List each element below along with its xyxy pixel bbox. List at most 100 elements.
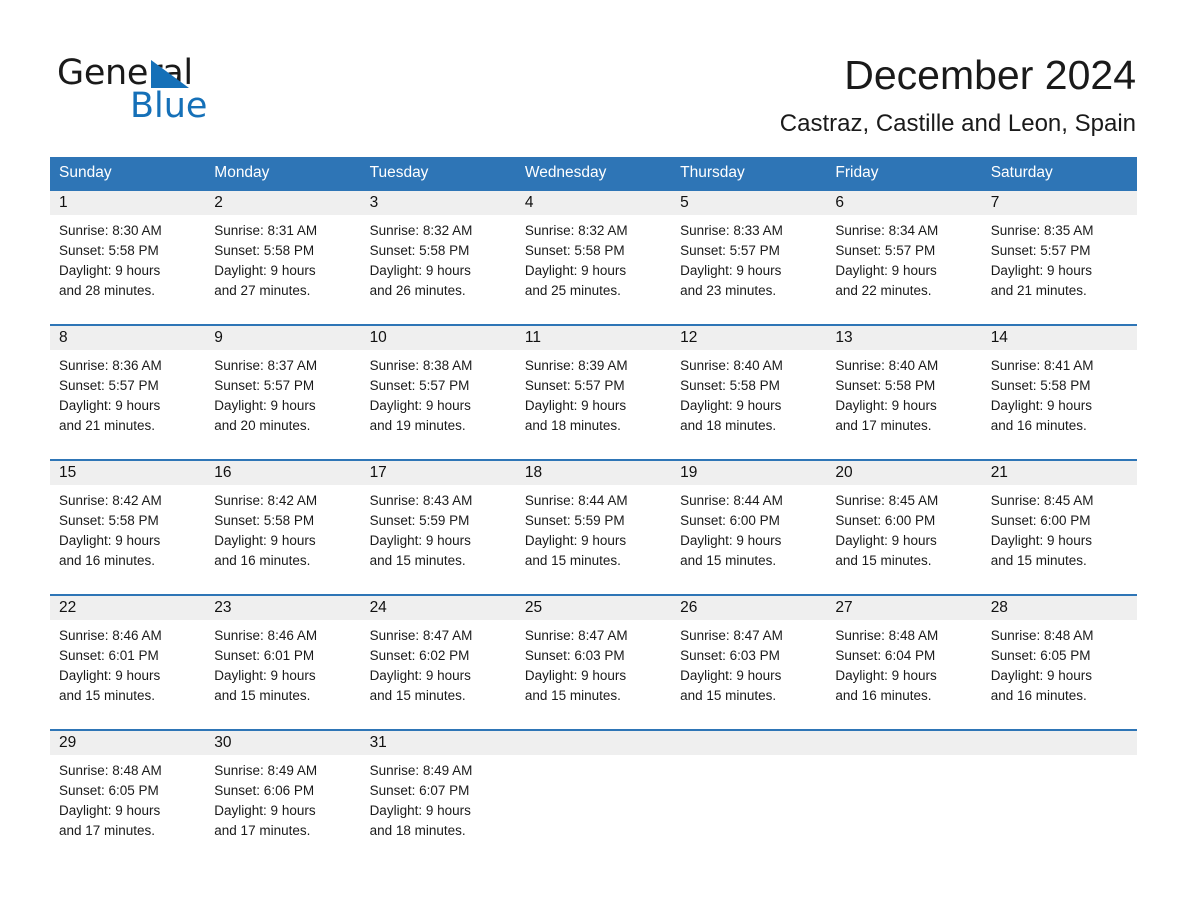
day-number-band: 23: [205, 596, 361, 620]
daylight-text-line2: and 15 minutes.: [680, 553, 777, 568]
day-cell[interactable]: 10 Sunrise: 8:38 AM Sunset: 5:57 PM Dayl…: [360, 326, 516, 459]
daylight-text-line1: Daylight: 9 hours: [369, 263, 471, 278]
day-details: Sunrise: 8:46 AM Sunset: 6:01 PM Dayligh…: [205, 620, 360, 706]
daylight-text-line2: and 15 minutes.: [214, 688, 311, 703]
day-cell[interactable]: 28 Sunrise: 8:48 AM Sunset: 6:05 PM Dayl…: [981, 596, 1137, 729]
day-number-band: [671, 731, 827, 755]
day-cell[interactable]: 21 Sunrise: 8:45 AM Sunset: 6:00 PM Dayl…: [981, 461, 1137, 594]
sunrise-text: Sunrise: 8:33 AM: [680, 223, 783, 238]
day-cell[interactable]: 30 Sunrise: 8:49 AM Sunset: 6:06 PM Dayl…: [205, 731, 361, 864]
day-cell[interactable]: 24 Sunrise: 8:47 AM Sunset: 6:02 PM Dayl…: [360, 596, 516, 729]
day-number: 9: [214, 329, 223, 346]
day-cell-empty: [981, 731, 1137, 864]
day-number: 16: [214, 464, 232, 481]
day-cell[interactable]: 23 Sunrise: 8:46 AM Sunset: 6:01 PM Dayl…: [205, 596, 361, 729]
day-cell[interactable]: 25 Sunrise: 8:47 AM Sunset: 6:03 PM Dayl…: [515, 596, 672, 729]
day-number-band: 30: [205, 731, 361, 755]
day-cell[interactable]: 8 Sunrise: 8:36 AM Sunset: 5:57 PM Dayli…: [50, 326, 206, 459]
day-cell[interactable]: 20 Sunrise: 8:45 AM Sunset: 6:00 PM Dayl…: [826, 461, 982, 594]
day-cell[interactable]: 12 Sunrise: 8:40 AM Sunset: 5:58 PM Dayl…: [671, 326, 827, 459]
day-cell[interactable]: 19 Sunrise: 8:44 AM Sunset: 6:00 PM Dayl…: [671, 461, 827, 594]
day-number: 23: [214, 599, 232, 616]
day-cell[interactable]: 13 Sunrise: 8:40 AM Sunset: 5:58 PM Dayl…: [826, 326, 982, 459]
daylight-text-line1: Daylight: 9 hours: [680, 668, 782, 683]
day-number-band: 1: [50, 191, 206, 215]
day-cell[interactable]: 3 Sunrise: 8:32 AM Sunset: 5:58 PM Dayli…: [360, 191, 516, 324]
day-cell[interactable]: 16 Sunrise: 8:42 AM Sunset: 5:58 PM Dayl…: [205, 461, 361, 594]
daylight-text-line1: Daylight: 9 hours: [59, 398, 161, 413]
day-cell[interactable]: 29 Sunrise: 8:48 AM Sunset: 6:05 PM Dayl…: [50, 731, 206, 864]
day-number: 5: [680, 194, 689, 211]
day-number: 17: [369, 464, 387, 481]
sunrise-text: Sunrise: 8:32 AM: [524, 223, 628, 238]
day-cell[interactable]: 11 Sunrise: 8:39 AM Sunset: 5:57 PM Dayl…: [515, 326, 672, 459]
day-cell[interactable]: 1 Sunrise: 8:30 AM Sunset: 5:58 PM Dayli…: [50, 191, 206, 324]
sunset-text: Sunset: 5:58 PM: [59, 513, 159, 528]
daylight-text-line1: Daylight: 9 hours: [835, 533, 937, 548]
day-number: 20: [835, 464, 853, 481]
day-number: 8: [59, 329, 68, 346]
daylight-text-line1: Daylight: 9 hours: [835, 668, 937, 683]
day-cell[interactable]: 26 Sunrise: 8:47 AM Sunset: 6:03 PM Dayl…: [671, 596, 827, 729]
daylight-text-line2: and 26 minutes.: [369, 283, 466, 298]
day-number-band: 6: [826, 191, 982, 215]
sunset-text: Sunset: 5:57 PM: [369, 378, 470, 393]
daylight-text-line1: Daylight: 9 hours: [680, 398, 782, 413]
daylight-text-line1: Daylight: 9 hours: [59, 533, 161, 548]
day-cell[interactable]: 14 Sunrise: 8:41 AM Sunset: 5:58 PM Dayl…: [981, 326, 1137, 459]
day-number: 21: [990, 464, 1008, 481]
sunrise-text: Sunrise: 8:38 AM: [369, 358, 473, 373]
day-number-band: 20: [826, 461, 982, 485]
day-cell[interactable]: 27 Sunrise: 8:48 AM Sunset: 6:04 PM Dayl…: [826, 596, 982, 729]
daylight-text-line1: Daylight: 9 hours: [835, 398, 937, 413]
day-number-band: 22: [50, 596, 206, 620]
daylight-text-line1: Daylight: 9 hours: [214, 398, 316, 413]
sunrise-text: Sunrise: 8:34 AM: [835, 223, 939, 238]
day-cell[interactable]: 7 Sunrise: 8:35 AM Sunset: 5:57 PM Dayli…: [981, 191, 1137, 324]
day-cell[interactable]: 4 Sunrise: 8:32 AM Sunset: 5:58 PM Dayli…: [515, 191, 672, 324]
sunset-text: Sunset: 6:07 PM: [369, 783, 470, 798]
day-details: Sunrise: 8:48 AM Sunset: 6:05 PM Dayligh…: [50, 755, 205, 841]
daylight-text-line1: Daylight: 9 hours: [59, 803, 161, 818]
day-number-band: 24: [360, 596, 516, 620]
day-cell[interactable]: 17 Sunrise: 8:43 AM Sunset: 5:59 PM Dayl…: [360, 461, 516, 594]
sunset-text: Sunset: 5:58 PM: [835, 378, 936, 393]
day-number: 31: [369, 734, 387, 751]
location-subtitle: Castraz, Castille and Leon, Spain: [779, 110, 1136, 137]
generalblue-logo[interactable]: General Blue: [57, 52, 317, 130]
day-cell[interactable]: 22 Sunrise: 8:46 AM Sunset: 6:01 PM Dayl…: [50, 596, 206, 729]
sunrise-text: Sunrise: 8:48 AM: [835, 628, 939, 643]
day-cell[interactable]: 6 Sunrise: 8:34 AM Sunset: 5:57 PM Dayli…: [826, 191, 982, 324]
day-number-band: 28: [981, 596, 1137, 620]
day-number-band: [981, 731, 1137, 755]
day-number-band: 27: [826, 596, 982, 620]
sunrise-text: Sunrise: 8:42 AM: [214, 493, 318, 508]
sunset-text: Sunset: 5:57 PM: [214, 378, 315, 393]
day-details: Sunrise: 8:48 AM Sunset: 6:05 PM Dayligh…: [982, 620, 1137, 706]
weekday-friday: Friday: [835, 164, 879, 181]
day-cell-empty: [515, 731, 672, 864]
daylight-text-line1: Daylight: 9 hours: [524, 533, 627, 548]
sunset-text: Sunset: 5:58 PM: [369, 243, 470, 258]
day-details: Sunrise: 8:38 AM Sunset: 5:57 PM Dayligh…: [361, 350, 516, 436]
day-cell[interactable]: 15 Sunrise: 8:42 AM Sunset: 5:58 PM Dayl…: [50, 461, 206, 594]
day-cell[interactable]: 18 Sunrise: 8:44 AM Sunset: 5:59 PM Dayl…: [515, 461, 672, 594]
day-cell[interactable]: 2 Sunrise: 8:31 AM Sunset: 5:58 PM Dayli…: [205, 191, 361, 324]
day-number-band: 5: [671, 191, 827, 215]
day-cell[interactable]: 31 Sunrise: 8:49 AM Sunset: 6:07 PM Dayl…: [360, 731, 516, 864]
sunset-text: Sunset: 6:00 PM: [990, 513, 1091, 528]
sunrise-text: Sunrise: 8:47 AM: [369, 628, 473, 643]
sunset-text: Sunset: 5:59 PM: [524, 513, 625, 528]
day-number: 11: [524, 329, 541, 346]
page-title: December 2024: [844, 52, 1136, 98]
sunrise-text: Sunrise: 8:47 AM: [524, 628, 628, 643]
daylight-text-line2: and 18 minutes.: [680, 418, 777, 433]
day-number: 24: [369, 599, 387, 616]
day-details: Sunrise: 8:46 AM Sunset: 6:01 PM Dayligh…: [50, 620, 205, 706]
weekday-saturday: Saturday: [990, 164, 1053, 181]
day-cell[interactable]: 9 Sunrise: 8:37 AM Sunset: 5:57 PM Dayli…: [205, 326, 361, 459]
sunrise-text: Sunrise: 8:43 AM: [369, 493, 473, 508]
day-number-band: 14: [981, 326, 1137, 350]
day-number-band: 25: [515, 596, 672, 620]
day-cell[interactable]: 5 Sunrise: 8:33 AM Sunset: 5:57 PM Dayli…: [671, 191, 827, 324]
